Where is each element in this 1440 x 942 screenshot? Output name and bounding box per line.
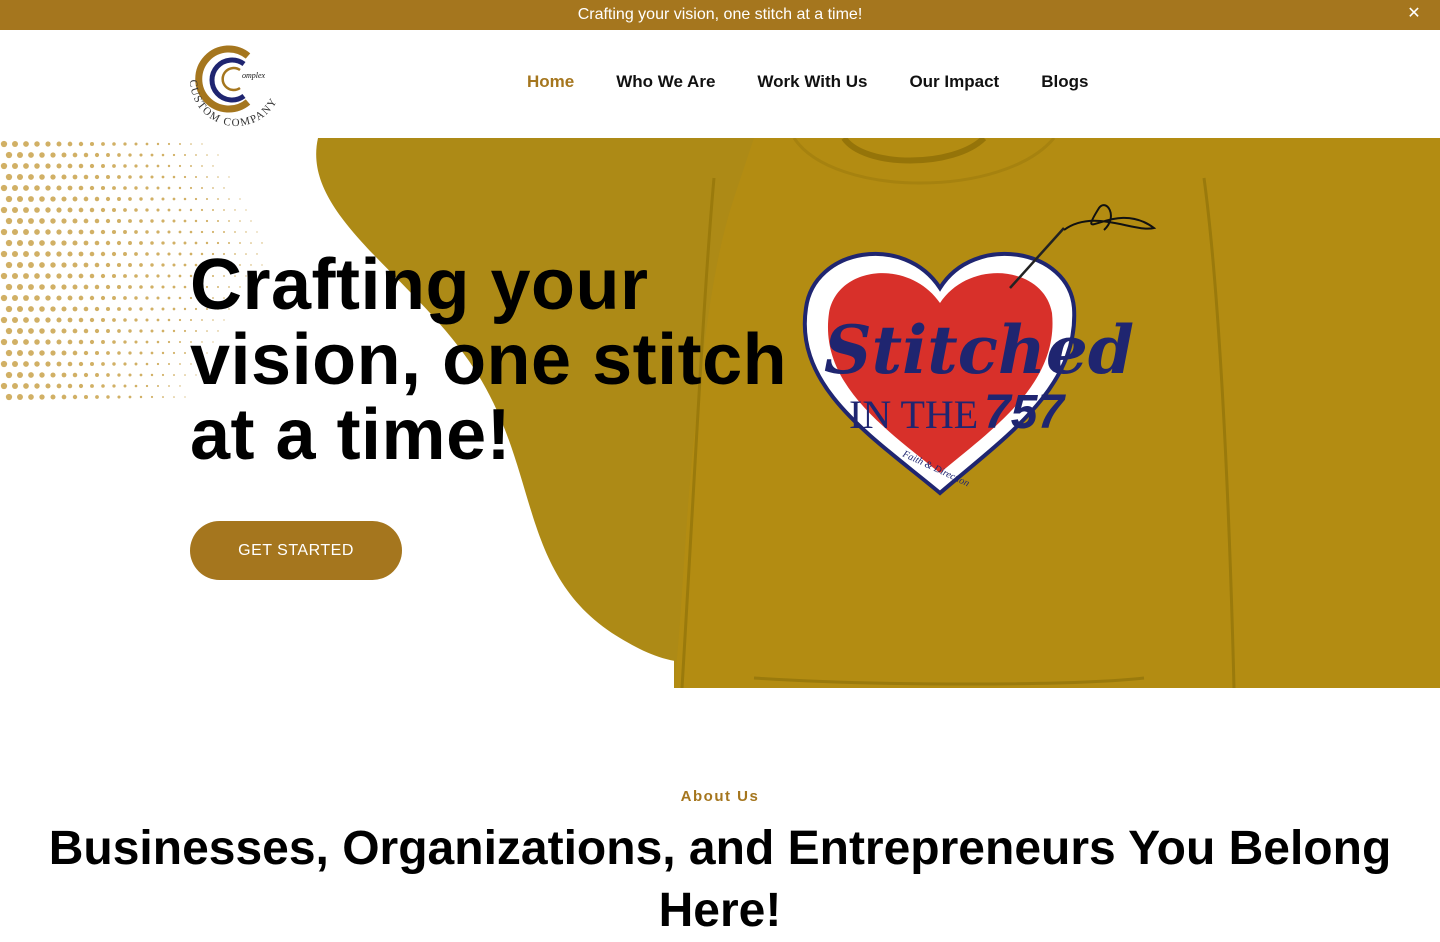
announcement-text: Crafting your vision, one stitch at a ti… [577, 6, 863, 23]
get-started-button[interactable]: GET STARTED [190, 521, 402, 580]
nav-item-our-impact[interactable]: Our Impact [909, 72, 999, 92]
sweater-number-text: 757 [984, 386, 1066, 439]
announcement-bar: Crafting your vision, one stitch at a ti… [0, 0, 1440, 30]
main-nav: Home Who We Are Work With Us Our Impact … [527, 72, 1130, 92]
logo-mark-text: omplex [242, 71, 266, 80]
site-header: omplex CUSTOM COMPANY Home Who We Are Wo… [0, 30, 1440, 138]
close-icon[interactable]: ✕ [1406, 6, 1422, 22]
hero-title: Crafting your vision, one stitch at a ti… [190, 245, 788, 475]
sweater-line-text: IN THE [849, 392, 978, 437]
nav-item-who-we-are[interactable]: Who We Are [616, 72, 715, 92]
nav-item-work-with-us[interactable]: Work With Us [757, 72, 867, 92]
sweater-script-text: Stitched [824, 311, 1134, 389]
about-label: About Us [680, 788, 760, 805]
nav-item-blogs[interactable]: Blogs [1041, 72, 1088, 92]
hero-section: Stitched IN THE 757 Faith & Direction Cr… [0, 138, 1440, 688]
nav-item-home[interactable]: Home [527, 72, 574, 92]
logo-mark: omplex CUSTOM COMPANY [187, 45, 279, 129]
logo[interactable]: omplex CUSTOM COMPANY [184, 40, 288, 130]
about-heading: Businesses, Organizations, and Entrepren… [48, 822, 1392, 937]
